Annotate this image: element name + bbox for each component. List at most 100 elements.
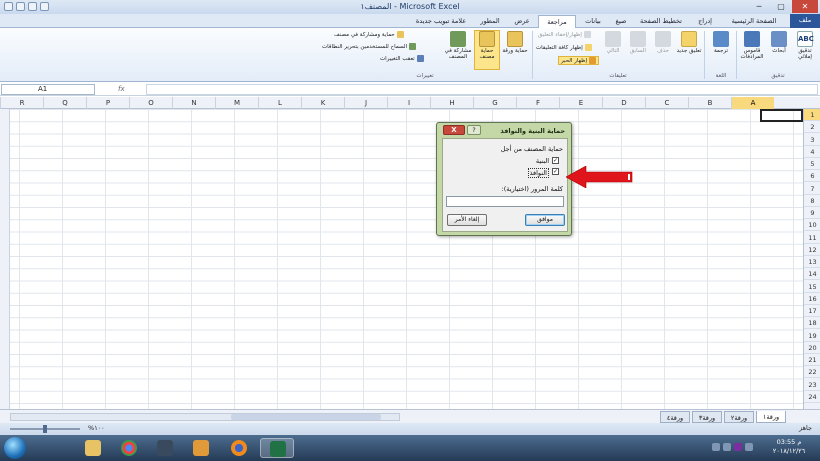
column-header-q[interactable]: Q	[43, 97, 86, 109]
tab-file[interactable]: ملف	[790, 14, 820, 28]
cell-grid[interactable]	[10, 109, 803, 409]
row-header[interactable]: 1	[804, 109, 820, 121]
taskbar-media-player[interactable]	[184, 438, 218, 458]
sheet-tab[interactable]: ورقة٣	[692, 411, 722, 423]
taskbar-firefox[interactable]	[222, 438, 256, 458]
row-header[interactable]: 7	[804, 183, 820, 195]
tab-insert[interactable]: إدراج	[690, 15, 720, 28]
row-header[interactable]: 16	[804, 293, 820, 305]
row-header[interactable]: 22	[804, 366, 820, 379]
column-header-j[interactable]: J	[344, 97, 387, 109]
thesaurus-button[interactable]: قاموس المرادفات	[738, 31, 766, 60]
minimize-button[interactable]: ─	[748, 0, 770, 13]
share-workbook-button[interactable]: مشاركة في المصنف	[444, 31, 472, 60]
column-header-k[interactable]: K	[301, 97, 344, 109]
horizontal-scrollbar[interactable]	[10, 413, 400, 421]
insert-function-icon[interactable]: fx	[118, 85, 125, 93]
taskbar-chrome[interactable]	[112, 438, 146, 458]
research-button[interactable]: أبحاث	[768, 31, 790, 54]
structure-checkbox[interactable]: ✓	[552, 157, 559, 164]
track-changes-button[interactable]: تعقب التغييرات	[380, 55, 424, 62]
sheet-tab[interactable]: ورقة٢	[724, 411, 754, 423]
next-comment-button[interactable]: التالي	[602, 31, 624, 54]
row-header[interactable]: 19	[804, 330, 820, 342]
tab-new-tab[interactable]: علامة تبويب جديدة	[410, 15, 472, 28]
row-header[interactable]: 8	[804, 195, 820, 207]
column-header-g[interactable]: G	[473, 97, 516, 109]
row-header[interactable]: 2	[804, 121, 820, 134]
row-header[interactable]: 18	[804, 317, 820, 330]
undo-icon[interactable]	[28, 2, 37, 11]
delete-comment-button[interactable]: حذف	[652, 31, 674, 54]
tray-icon[interactable]	[712, 443, 720, 451]
ok-button[interactable]: موافق	[525, 214, 565, 226]
spelling-button[interactable]: ABC تدقيق إملائي	[792, 31, 818, 60]
redo-icon[interactable]	[40, 2, 49, 11]
protect-workbook-button[interactable]: حماية مصنف	[474, 30, 500, 70]
translate-button[interactable]: ترجمة	[708, 31, 734, 54]
tab-developer[interactable]: المطور	[474, 15, 506, 28]
row-header[interactable]: 11	[804, 232, 820, 244]
tab-view[interactable]: عرض	[508, 15, 536, 28]
row-header[interactable]: 6	[804, 170, 820, 183]
column-header-c[interactable]: C	[645, 97, 688, 109]
tab-review[interactable]: مراجعة	[538, 15, 576, 28]
volume-icon[interactable]	[745, 443, 753, 451]
onenote-tray-icon[interactable]	[734, 443, 742, 451]
cancel-button[interactable]: إلغاء الأمر	[447, 214, 487, 226]
zoom-slider-knob[interactable]	[43, 425, 47, 433]
row-header[interactable]: 24	[804, 391, 820, 403]
taskbar-nox[interactable]	[148, 438, 182, 458]
tab-data[interactable]: بيانات	[578, 15, 608, 28]
password-input[interactable]	[446, 196, 564, 207]
row-header[interactable]: 15	[804, 281, 820, 293]
previous-comment-button[interactable]: السابق	[626, 31, 650, 54]
taskbar-clock[interactable]: 03:55 م ٢٠١٨/١٢/٢٦	[760, 438, 818, 456]
new-comment-button[interactable]: تعليق جديد	[676, 31, 702, 54]
tab-page-layout[interactable]: تخطيط الصفحة	[634, 15, 688, 28]
vertical-scrollbar[interactable]	[0, 109, 10, 409]
row-header[interactable]: 17	[804, 305, 820, 317]
row-header[interactable]: 3	[804, 134, 820, 146]
row-header[interactable]: 14	[804, 268, 820, 281]
row-header[interactable]: 4	[804, 146, 820, 158]
sheet-tab[interactable]: ورقة١	[756, 411, 786, 423]
scroll-thumb[interactable]	[231, 414, 381, 420]
show-hide-comment-button[interactable]: إظهار/إخفاء التعليق	[538, 31, 591, 38]
row-header[interactable]: 23	[804, 379, 820, 391]
column-header-d[interactable]: D	[602, 97, 645, 109]
row-header[interactable]: 20	[804, 342, 820, 354]
column-header-e[interactable]: E	[559, 97, 602, 109]
zoom-level[interactable]: %١٠٠	[88, 424, 105, 432]
column-header-l[interactable]: L	[258, 97, 301, 109]
dialog-close-button[interactable]: X	[443, 125, 465, 135]
protect-share-button[interactable]: حماية ومشاركة في مصنف	[334, 31, 404, 38]
tray-icon[interactable]	[723, 443, 731, 451]
column-header-o[interactable]: O	[129, 97, 172, 109]
column-header-p[interactable]: P	[86, 97, 129, 109]
column-header-f[interactable]: F	[516, 97, 559, 109]
dialog-help-button[interactable]: ?	[467, 125, 481, 135]
row-header[interactable]: 12	[804, 244, 820, 256]
show-all-comments-button[interactable]: إظهار كافة التعليقات	[536, 44, 592, 51]
row-header[interactable]: 5	[804, 158, 820, 170]
column-header-h[interactable]: H	[430, 97, 473, 109]
formula-input[interactable]	[146, 84, 818, 95]
excel-app-icon[interactable]	[4, 2, 13, 11]
column-header-r[interactable]: R	[0, 97, 43, 109]
save-icon[interactable]	[16, 2, 25, 11]
column-header-a[interactable]: A	[731, 97, 774, 109]
active-cell[interactable]	[760, 109, 803, 122]
name-box[interactable]: A1	[1, 84, 95, 95]
protect-sheet-button[interactable]: حماية ورقة	[502, 31, 528, 54]
row-header[interactable]: 13	[804, 256, 820, 268]
column-header-n[interactable]: N	[172, 97, 215, 109]
column-header-b[interactable]: B	[688, 97, 731, 109]
tab-formulas[interactable]: صيغ	[610, 15, 632, 28]
allow-edit-ranges-button[interactable]: السماح للمستخدمين بتحرير النطاقات	[322, 43, 417, 50]
row-header[interactable]: 10	[804, 219, 820, 232]
start-button-icon[interactable]	[4, 437, 26, 459]
column-header-m[interactable]: M	[215, 97, 258, 109]
zoom-slider[interactable]	[10, 425, 80, 433]
row-header[interactable]: 9	[804, 207, 820, 219]
